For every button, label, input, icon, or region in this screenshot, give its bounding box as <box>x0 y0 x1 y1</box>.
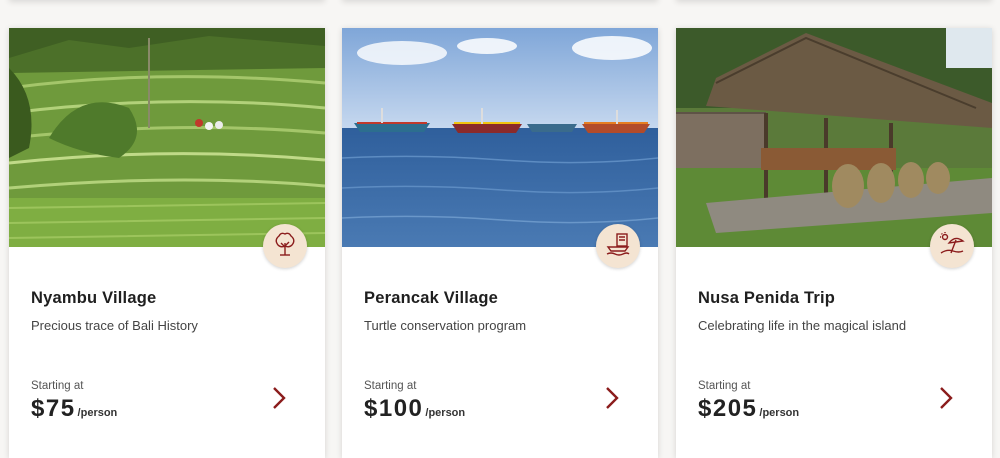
rice-terraces-image <box>9 28 325 247</box>
starting-at-label: Starting at <box>698 380 751 392</box>
tour-card-nusa-penida[interactable]: Nusa Penida Trip Celebrating life in the… <box>676 28 992 458</box>
card-subtitle: Celebrating life in the magical island <box>698 318 907 333</box>
thatched-hut-image <box>676 28 992 247</box>
fishing-boats-image <box>342 28 658 247</box>
card-subtitle: Turtle conservation program <box>364 318 527 333</box>
beach-umbrella-icon <box>939 231 965 262</box>
chevron-right-icon[interactable] <box>934 384 958 412</box>
price-value: $100 <box>364 395 424 422</box>
tree-icon <box>272 231 298 262</box>
price-row: $205 /person <box>698 395 799 423</box>
price-value: $75 <box>31 395 76 422</box>
chevron-right-icon[interactable] <box>267 384 291 412</box>
price-value: $205 <box>698 395 758 422</box>
card-subtitle: Precious trace of Bali History <box>31 318 198 333</box>
card-title: Nusa Penida Trip <box>698 289 836 307</box>
tour-card-nyambu[interactable]: Nyambu Village Precious trace of Bali Hi… <box>9 28 325 458</box>
price-unit: /person <box>425 407 466 419</box>
tour-card-perancak[interactable]: Perancak Village Turtle conservation pro… <box>342 28 658 458</box>
starting-at-label: Starting at <box>31 380 84 392</box>
price-unit: /person <box>759 407 800 419</box>
badge <box>930 224 974 268</box>
badge <box>596 224 640 268</box>
badge <box>263 224 307 268</box>
chevron-right-icon[interactable] <box>600 384 624 412</box>
starting-at-label: Starting at <box>364 380 417 392</box>
price-row: $75 /person <box>31 395 117 423</box>
price-unit: /person <box>77 407 118 419</box>
card-title: Nyambu Village <box>31 289 157 307</box>
card-title: Perancak Village <box>364 289 499 307</box>
price-row: $100 /person <box>364 395 465 423</box>
boat-pier-icon <box>605 231 631 262</box>
